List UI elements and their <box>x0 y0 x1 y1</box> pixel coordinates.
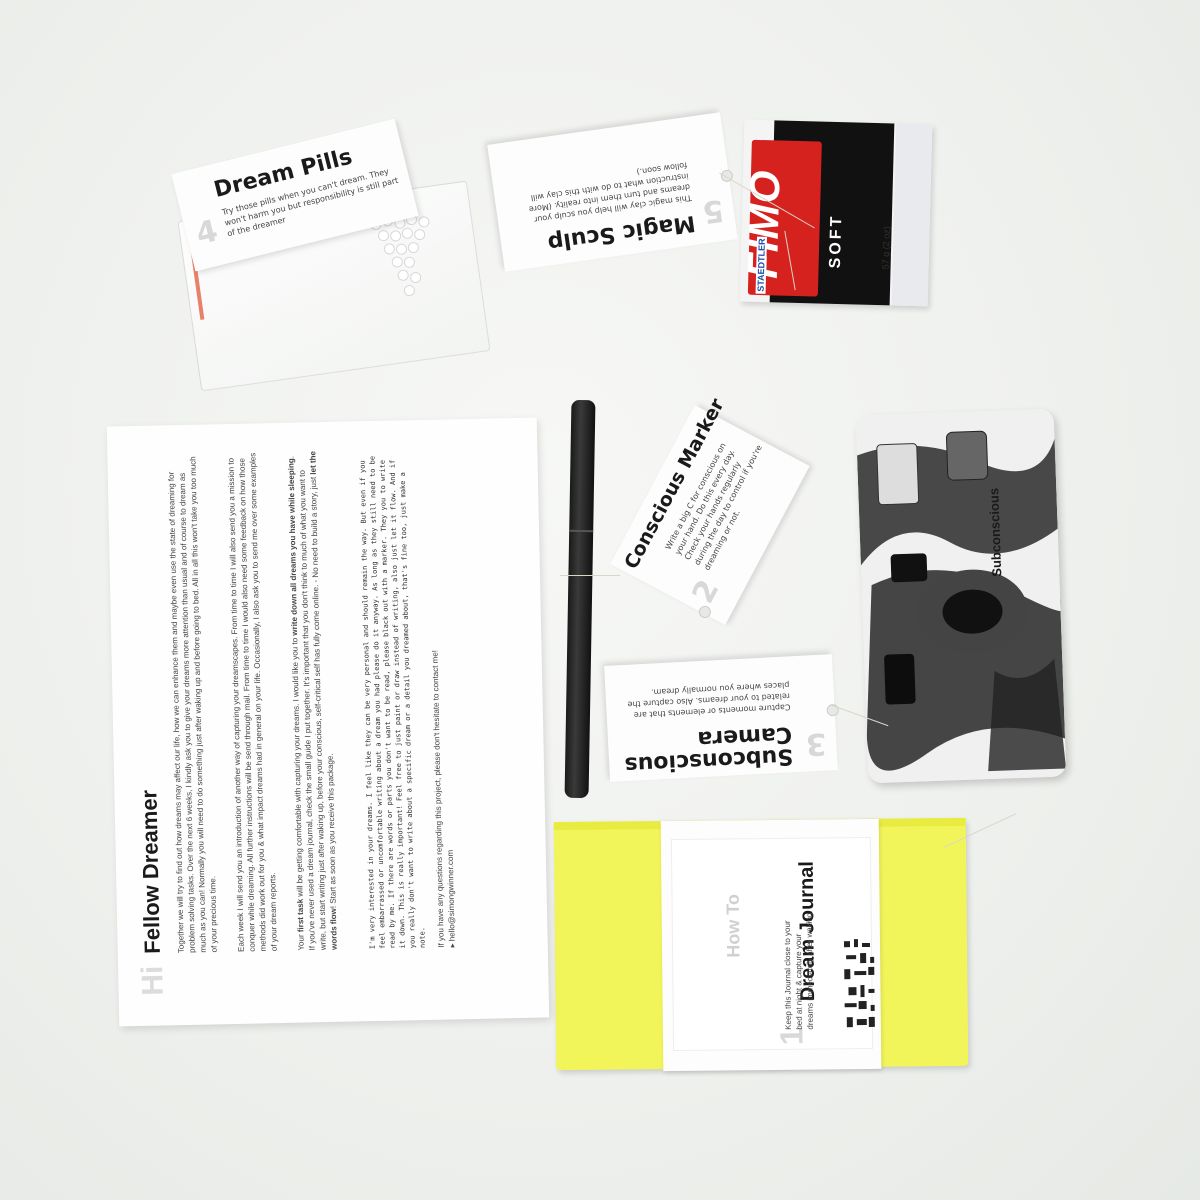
tag-conscious-marker: 2 Conscious Marker Write a big C for con… <box>610 395 810 625</box>
letter-hi: Hi <box>136 965 170 997</box>
tag-dream-journal-band: 1 How To Dream Journal Keep this Journal… <box>660 818 882 1072</box>
letter-p3: Your first task will be getting comforta… <box>285 450 339 951</box>
letter-paragraph-1: Together we will try to find out how dre… <box>165 452 219 953</box>
qr-pattern-graphic <box>843 939 875 1028</box>
tag-subconscious-camera: 3 Subconscious Camera Capture moments or… <box>604 654 840 782</box>
letter-paragraph-3: Your first task will be getting comforta… <box>285 450 339 951</box>
letter-greeting: Fellow Dreamer <box>136 789 165 954</box>
how-to-label: How To <box>722 893 744 958</box>
camera-print-graphic <box>855 408 1067 784</box>
camera-label: Subconscious <box>986 487 1005 577</box>
disposable-camera: Subconscious <box>855 408 1067 784</box>
tag-body: Keep this Journal close to your bed at n… <box>782 910 815 1030</box>
marker-string <box>560 575 620 576</box>
tag-number: 5 <box>700 191 726 230</box>
fimo-maker: STAEDTLER <box>755 236 768 294</box>
letter-paragraph-2: Each week I will send you an introductio… <box>225 451 279 952</box>
welcome-letter: Hi Fellow Dreamer Together we will try t… <box>106 417 550 1027</box>
letter-p4: I'm very interested in your dreams. I fe… <box>358 455 427 950</box>
letter-email-text: hello@simongwinner.com <box>445 849 457 942</box>
letter-paragraph-5: If you have any questions regarding this… <box>425 447 457 948</box>
fimo-clay-pack: FIMO SOFT STAEDTLER 57 g (2 oz) <box>739 119 933 307</box>
black-marker-pen <box>564 399 596 799</box>
letter-p1: Together we will try to find out how dre… <box>166 456 219 954</box>
fimo-info-panel <box>891 123 933 307</box>
letter-content: Hi Fellow Dreamer Together we will try t… <box>107 418 549 1027</box>
letter-p3-g: ! Start as soon as you receive this pack… <box>325 753 338 909</box>
letter-p3-first-task: first task <box>295 898 306 933</box>
tag-title: Subconscious Camera <box>623 721 794 777</box>
letter-paragraph-4: I'm very interested in your dreams. I fe… <box>357 448 427 949</box>
tag-magic-sculp: 5 Magic Sculp This magic clay will help … <box>487 112 738 272</box>
marker-cap-line <box>569 529 594 533</box>
letter-p2: Each week I will send you an introductio… <box>226 452 279 952</box>
tag-number: 3 <box>804 725 828 762</box>
tag-body: Capture moments or elements that are rel… <box>627 680 791 720</box>
fimo-line: SOFT <box>826 213 846 269</box>
tag-number: 2 <box>685 574 727 610</box>
tag-number: 4 <box>192 213 222 253</box>
fimo-weight: 57 g (2 oz) <box>880 226 892 270</box>
letter-p3-a: Your <box>296 932 306 951</box>
tag-number: 1 <box>773 1027 810 1046</box>
